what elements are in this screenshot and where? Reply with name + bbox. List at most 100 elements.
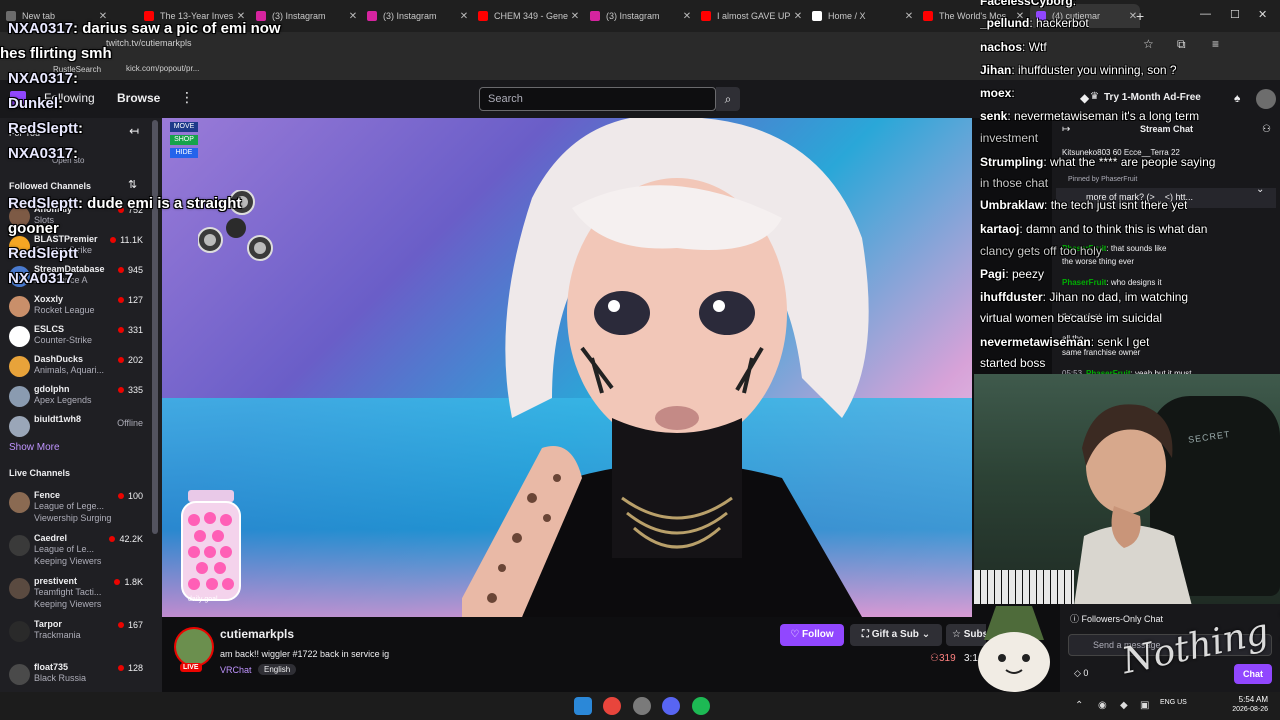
sidebar-channel[interactable]: Fence League of Lege... Viewership Surging… <box>0 490 150 523</box>
community-icon[interactable]: ⚇ <box>1262 124 1271 135</box>
browser-tab[interactable]: (3) Instagram ✕ <box>361 4 471 28</box>
extensions-icon[interactable]: ⧉ <box>1177 37 1186 52</box>
nav-browse[interactable]: Browse <box>117 91 160 105</box>
user-avatar[interactable] <box>1256 89 1276 109</box>
show-more-link[interactable]: Show More <box>9 442 60 453</box>
channel-viewer-count: 167 <box>117 620 143 630</box>
tab-title: Home / X <box>828 11 866 21</box>
star-icon: ☆ <box>952 629 964 640</box>
discord-icon[interactable] <box>662 697 680 715</box>
tab-favicon-icon <box>367 11 377 21</box>
channel-name: DashDucks <box>34 354 84 364</box>
sidebar-channel[interactable]: gdolphn Apex Legends 335 <box>0 384 150 410</box>
channel-name: Fence <box>34 490 61 500</box>
overlay-chat-line: started boss <box>980 356 1045 370</box>
bits-icon[interactable]: ◆ <box>1080 91 1089 105</box>
follow-button[interactable]: ♡ Follow <box>780 624 844 646</box>
browser-tab[interactable]: (3) Instagram ✕ <box>584 4 694 28</box>
ad-free-button[interactable]: Try 1-Month Ad-Free <box>1104 92 1201 103</box>
channel-viewer-count: 128 <box>117 663 143 673</box>
tab-close-icon[interactable]: ✕ <box>791 11 805 22</box>
sidebar-channel[interactable]: ESLCS Counter-Strike 331 <box>0 324 150 350</box>
clock-date[interactable]: 2026-08-26 <box>1212 706 1268 713</box>
overlay-chat-line: Umbraklaw: the tech just isnt there yet <box>980 198 1187 212</box>
more-options-icon[interactable]: ⋮ <box>180 89 194 106</box>
channel-game: Trackmania <box>34 630 81 640</box>
sidebar-channel[interactable]: biuldt1wh8 Offline <box>0 414 150 440</box>
tab-close-icon[interactable]: ✕ <box>346 11 360 22</box>
channel-points[interactable]: ◇ 0 <box>1074 668 1088 679</box>
chat-message: PhaserFruit: who designs it <box>1062 278 1162 287</box>
tab-close-icon[interactable]: ✕ <box>902 11 916 22</box>
channel-game: League of Le... <box>34 544 95 554</box>
channel-name[interactable]: cutiemarkpls <box>220 627 294 641</box>
sidebar-channel[interactable]: float735 Black Russia 128 <box>0 662 150 688</box>
gift-sub-button[interactable]: ⛶ Gift a Sub ⌄ <box>850 624 942 646</box>
settings-icon[interactable] <box>633 697 651 715</box>
overlay-chat-user: Pagi <box>980 267 1006 281</box>
sidebar-channel[interactable]: Xoxxly Rocket League 127 <box>0 294 150 320</box>
live-dot-icon <box>110 237 117 243</box>
sidebar-scrollbar[interactable] <box>152 120 158 534</box>
sidebar-channel[interactable]: Caedrel League of Le... Keeping Viewers 42.… <box>0 533 150 566</box>
browser-tab[interactable]: Home / X ✕ <box>806 4 916 28</box>
overlay-chat-text: : dude emi is a straight <box>78 195 242 212</box>
prime-icon[interactable]: ♠ <box>1234 91 1240 105</box>
browser-tab[interactable]: CHEM 349 - Gene ✕ <box>472 4 582 28</box>
browser-tab[interactable]: I almost GAVE UP ✕ <box>695 4 805 28</box>
tab-close-icon[interactable]: ✕ <box>457 11 471 22</box>
sidebar-channel[interactable]: DashDucks Animals, Aquari... 202 <box>0 354 150 380</box>
overlay-chat-user: kartaoj <box>980 222 1020 236</box>
overlay-chat-text: : <box>1072 0 1077 8</box>
channel-game: Teamfight Tacti... <box>34 587 102 597</box>
chat-send-button[interactable]: Chat <box>1234 664 1272 684</box>
collapse-sidebar-icon[interactable]: ↤ <box>129 124 139 138</box>
chat-username[interactable]: PhaserFruit <box>1062 278 1106 287</box>
language-tag[interactable]: English <box>258 664 297 675</box>
chevron-down-icon[interactable]: ⌄ <box>1256 184 1264 195</box>
channel-name: prestivent <box>34 576 78 586</box>
collapse-chat-icon[interactable]: ↦ <box>1062 124 1070 135</box>
language-indicator[interactable]: ENG US <box>1160 699 1187 707</box>
sidebar-channel[interactable]: Tarpor Trackmania 167 <box>0 619 150 645</box>
chat-text: the worse thing ever <box>1062 257 1135 266</box>
menu-icon[interactable]: ≡ <box>1212 37 1219 51</box>
extension-move-button[interactable]: MOVE <box>170 122 198 132</box>
search-icon[interactable]: ⌕ <box>716 87 740 111</box>
channel-avatar[interactable] <box>174 627 214 667</box>
maximize-icon[interactable]: ☐ <box>1230 8 1240 21</box>
channel-viewer-count: 1.8K <box>114 577 143 587</box>
minimize-icon[interactable]: — <box>1200 8 1211 20</box>
sort-icon[interactable]: ⇅ <box>128 178 137 191</box>
new-tab-button[interactable]: + <box>1136 8 1144 24</box>
url-text[interactable]: twitch.tv/cutiemarkpls <box>106 38 192 48</box>
overlay-chat-line: NXA0317: <box>8 70 78 87</box>
spotify-icon[interactable] <box>692 697 710 715</box>
stream-category[interactable]: VRChat <box>220 665 252 675</box>
overlay-chat-line: kartaoj: damn and to think this is what … <box>980 222 1207 236</box>
close-window-icon[interactable]: ✕ <box>1258 8 1267 21</box>
video-player[interactable]: MOVE SHOP HIDE daily goal <box>162 118 972 617</box>
channel-game: Counter-Strike <box>34 335 93 345</box>
chevron-up-icon[interactable]: ⌃ <box>1075 700 1083 711</box>
sidebar-channel[interactable]: prestivent Teamfight Tacti... Keeping View… <box>0 576 150 609</box>
bookmark-kick-popout[interactable]: kick.com/popout/pr... <box>126 64 199 73</box>
windows-start-icon[interactable] <box>574 697 592 715</box>
search-input[interactable] <box>479 87 716 111</box>
chrome-icon[interactable] <box>603 697 621 715</box>
tray-app-icon-2[interactable]: ◆ <box>1120 700 1128 711</box>
tab-close-icon[interactable]: ✕ <box>680 11 694 22</box>
channel-name: Xoxxly <box>34 294 64 304</box>
overlay-chat-text: investment <box>980 131 1039 145</box>
tab-close-icon[interactable]: ✕ <box>568 11 582 22</box>
tray-app-icon[interactable]: ◉ <box>1098 700 1107 711</box>
extension-shop-button[interactable]: SHOP <box>170 135 198 145</box>
info-icon: ⓘ <box>1070 614 1082 624</box>
extension-hide-button[interactable]: HIDE <box>170 148 198 158</box>
points-value: 0 <box>1083 668 1089 678</box>
tray-app-icon-3[interactable]: ▣ <box>1140 700 1149 711</box>
star-icon[interactable]: ☆ <box>1143 37 1154 51</box>
tab-favicon-icon <box>701 11 711 21</box>
clock-time[interactable]: 5:54 AM <box>1212 695 1268 704</box>
overlay-chat-user: moex <box>980 86 1012 100</box>
